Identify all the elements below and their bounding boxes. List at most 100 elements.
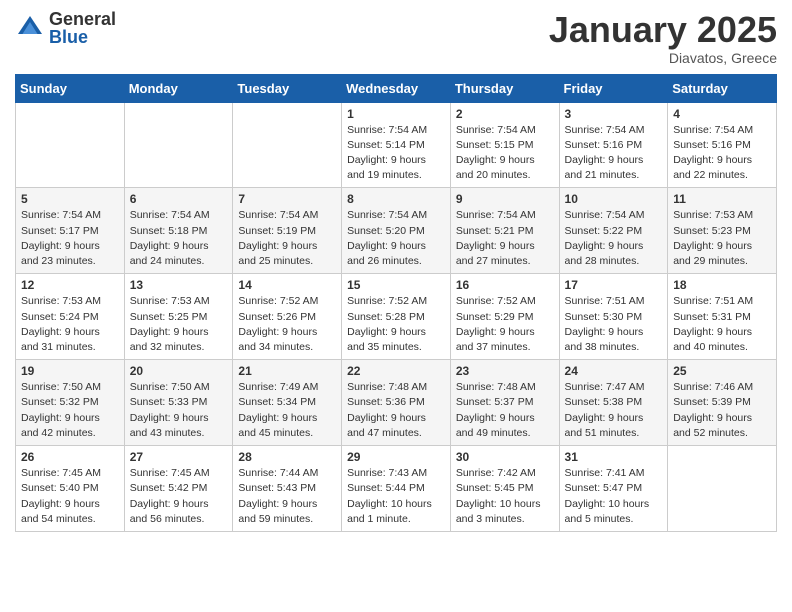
day-number: 23 xyxy=(456,364,554,378)
calendar-cell: 13 Sunrise: 7:53 AMSunset: 5:25 PMDayligh… xyxy=(124,274,233,360)
calendar-cell: 28Sunrise: 7:44 AMSunset: 5:43 PMDayligh… xyxy=(233,446,342,532)
day-number: 30 xyxy=(456,450,554,464)
calendar-cell: 20Sunrise: 7:50 AMSunset: 5:33 PMDayligh… xyxy=(124,360,233,446)
calendar-cell: 26 Sunrise: 7:45 AMSunset: 5:40 PMDayligh… xyxy=(16,446,125,532)
logo-blue-text: Blue xyxy=(49,28,116,46)
day-number: 21 xyxy=(238,364,336,378)
day-number: 5 xyxy=(21,192,119,206)
calendar-week-row: 19 Sunrise: 7:50 AMSunset: 5:32 PMDayligh… xyxy=(16,360,777,446)
day-info: Sunrise: 7:52 AMSunset: 5:29 PMDaylight:… xyxy=(456,294,554,355)
title-block: January 2025 Diavatos, Greece xyxy=(549,10,777,66)
day-number: 26 xyxy=(21,450,119,464)
day-number: 27 xyxy=(130,450,228,464)
calendar-cell: 14 Sunrise: 7:52 AMSunset: 5:26 PMDayligh… xyxy=(233,274,342,360)
day-info: Sunrise: 7:54 AMSunset: 5:17 PMDaylight:… xyxy=(21,208,119,269)
day-number: 15 xyxy=(347,278,445,292)
logo-general-text: General xyxy=(49,10,116,28)
calendar-week-row: 1 Sunrise: 7:54 AMSunset: 5:14 PMDaylight… xyxy=(16,102,777,188)
calendar-cell: 8Sunrise: 7:54 AMSunset: 5:20 PMDaylight… xyxy=(342,188,451,274)
day-number: 14 xyxy=(238,278,336,292)
calendar-cell: 22Sunrise: 7:48 AMSunset: 5:36 PMDayligh… xyxy=(342,360,451,446)
day-number: 18 xyxy=(673,278,771,292)
calendar-cell: 7Sunrise: 7:54 AMSunset: 5:19 PMDaylight… xyxy=(233,188,342,274)
logo-icon xyxy=(15,13,45,43)
day-info: Sunrise: 7:41 AMSunset: 5:47 PMDaylight:… xyxy=(565,466,663,527)
day-info: Sunrise: 7:54 AMSunset: 5:15 PMDaylight:… xyxy=(456,123,554,184)
calendar-cell: 11 Sunrise: 7:53 AMSunset: 5:23 PMDayligh… xyxy=(668,188,777,274)
calendar: Sunday Monday Tuesday Wednesday Thursday… xyxy=(15,74,777,532)
day-info: Sunrise: 7:51 AMSunset: 5:30 PMDaylight:… xyxy=(565,294,663,355)
day-info: Sunrise: 7:54 AMSunset: 5:22 PMDaylight:… xyxy=(565,208,663,269)
day-info: Sunrise: 7:45 AMSunset: 5:42 PMDaylight:… xyxy=(130,466,228,527)
day-number: 29 xyxy=(347,450,445,464)
day-info: Sunrise: 7:54 AMSunset: 5:18 PMDaylight:… xyxy=(130,208,228,269)
logo-text: General Blue xyxy=(49,10,116,46)
calendar-cell: 19 Sunrise: 7:50 AMSunset: 5:32 PMDayligh… xyxy=(16,360,125,446)
day-info: Sunrise: 7:46 AMSunset: 5:39 PMDaylight:… xyxy=(673,380,771,441)
day-info: Sunrise: 7:50 AMSunset: 5:32 PMDaylight:… xyxy=(21,380,119,441)
day-number: 19 xyxy=(21,364,119,378)
day-info: Sunrise: 7:45 AMSunset: 5:40 PMDaylight:… xyxy=(21,466,119,527)
col-wednesday: Wednesday xyxy=(342,74,451,102)
day-number: 9 xyxy=(456,192,554,206)
month-title: January 2025 xyxy=(549,10,777,50)
day-info: Sunrise: 7:54 AMSunset: 5:19 PMDaylight:… xyxy=(238,208,336,269)
day-info: Sunrise: 7:43 AMSunset: 5:44 PMDaylight:… xyxy=(347,466,445,527)
day-info: Sunrise: 7:49 AMSunset: 5:34 PMDaylight:… xyxy=(238,380,336,441)
day-info: Sunrise: 7:52 AMSunset: 5:28 PMDaylight:… xyxy=(347,294,445,355)
day-number: 6 xyxy=(130,192,228,206)
calendar-cell: 23 Sunrise: 7:48 AMSunset: 5:37 PMDayligh… xyxy=(450,360,559,446)
col-sunday: Sunday xyxy=(16,74,125,102)
calendar-cell: 25 Sunrise: 7:46 AMSunset: 5:39 PMDayligh… xyxy=(668,360,777,446)
day-info: Sunrise: 7:42 AMSunset: 5:45 PMDaylight:… xyxy=(456,466,554,527)
calendar-cell xyxy=(233,102,342,188)
col-saturday: Saturday xyxy=(668,74,777,102)
header: General Blue January 2025 Diavatos, Gree… xyxy=(15,10,777,66)
day-info: Sunrise: 7:52 AMSunset: 5:26 PMDaylight:… xyxy=(238,294,336,355)
day-number: 4 xyxy=(673,107,771,121)
header-row: Sunday Monday Tuesday Wednesday Thursday… xyxy=(16,74,777,102)
calendar-cell: 30 Sunrise: 7:42 AMSunset: 5:45 PMDayligh… xyxy=(450,446,559,532)
day-number: 22 xyxy=(347,364,445,378)
day-info: Sunrise: 7:54 AMSunset: 5:16 PMDaylight:… xyxy=(673,123,771,184)
calendar-body: 1 Sunrise: 7:54 AMSunset: 5:14 PMDaylight… xyxy=(16,102,777,531)
day-info: Sunrise: 7:53 AMSunset: 5:23 PMDaylight:… xyxy=(673,208,771,269)
calendar-cell: 6 Sunrise: 7:54 AMSunset: 5:18 PMDaylight… xyxy=(124,188,233,274)
day-number: 2 xyxy=(456,107,554,121)
calendar-cell: 17 Sunrise: 7:51 AMSunset: 5:30 PMDayligh… xyxy=(559,274,668,360)
calendar-cell: 9Sunrise: 7:54 AMSunset: 5:21 PMDaylight… xyxy=(450,188,559,274)
calendar-cell: 10Sunrise: 7:54 AMSunset: 5:22 PMDayligh… xyxy=(559,188,668,274)
day-number: 11 xyxy=(673,192,771,206)
day-number: 24 xyxy=(565,364,663,378)
day-number: 8 xyxy=(347,192,445,206)
calendar-cell: 18 Sunrise: 7:51 AMSunset: 5:31 PMDayligh… xyxy=(668,274,777,360)
day-info: Sunrise: 7:54 AMSunset: 5:16 PMDaylight:… xyxy=(565,123,663,184)
calendar-cell xyxy=(124,102,233,188)
day-info: Sunrise: 7:50 AMSunset: 5:33 PMDaylight:… xyxy=(130,380,228,441)
day-number: 1 xyxy=(347,107,445,121)
calendar-week-row: 5 Sunrise: 7:54 AMSunset: 5:17 PMDaylight… xyxy=(16,188,777,274)
day-number: 25 xyxy=(673,364,771,378)
day-info: Sunrise: 7:54 AMSunset: 5:14 PMDaylight:… xyxy=(347,123,445,184)
location: Diavatos, Greece xyxy=(549,50,777,66)
calendar-cell: 4 Sunrise: 7:54 AMSunset: 5:16 PMDaylight… xyxy=(668,102,777,188)
day-info: Sunrise: 7:53 AMSunset: 5:25 PMDaylight:… xyxy=(130,294,228,355)
calendar-cell: 31Sunrise: 7:41 AMSunset: 5:47 PMDayligh… xyxy=(559,446,668,532)
day-info: Sunrise: 7:48 AMSunset: 5:37 PMDaylight:… xyxy=(456,380,554,441)
calendar-cell: 29 Sunrise: 7:43 AMSunset: 5:44 PMDayligh… xyxy=(342,446,451,532)
calendar-week-row: 26 Sunrise: 7:45 AMSunset: 5:40 PMDayligh… xyxy=(16,446,777,532)
calendar-cell: 2 Sunrise: 7:54 AMSunset: 5:15 PMDaylight… xyxy=(450,102,559,188)
page: General Blue January 2025 Diavatos, Gree… xyxy=(0,0,792,547)
day-number: 17 xyxy=(565,278,663,292)
calendar-cell xyxy=(16,102,125,188)
col-tuesday: Tuesday xyxy=(233,74,342,102)
calendar-cell: 21 Sunrise: 7:49 AMSunset: 5:34 PMDayligh… xyxy=(233,360,342,446)
day-info: Sunrise: 7:51 AMSunset: 5:31 PMDaylight:… xyxy=(673,294,771,355)
day-info: Sunrise: 7:44 AMSunset: 5:43 PMDaylight:… xyxy=(238,466,336,527)
calendar-cell: 15 Sunrise: 7:52 AMSunset: 5:28 PMDayligh… xyxy=(342,274,451,360)
logo: General Blue xyxy=(15,10,116,46)
calendar-cell: 16Sunrise: 7:52 AMSunset: 5:29 PMDayligh… xyxy=(450,274,559,360)
day-number: 13 xyxy=(130,278,228,292)
day-info: Sunrise: 7:47 AMSunset: 5:38 PMDaylight:… xyxy=(565,380,663,441)
calendar-cell xyxy=(668,446,777,532)
